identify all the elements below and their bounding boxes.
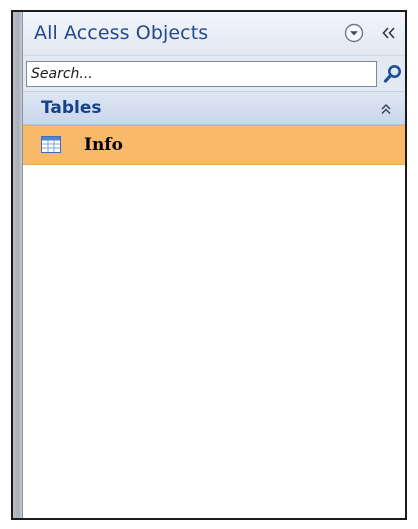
group-header-tables[interactable]: Tables bbox=[23, 92, 405, 125]
table-item-label: Info bbox=[84, 135, 123, 155]
table-item-info[interactable]: Info bbox=[23, 125, 405, 165]
search-input[interactable] bbox=[26, 61, 377, 87]
double-chevron-left-icon bbox=[382, 27, 395, 39]
pane-title[interactable]: All Access Objects bbox=[34, 22, 208, 44]
table-icon bbox=[41, 136, 61, 153]
pane-header[interactable]: All Access Objects bbox=[23, 12, 405, 56]
search-icon bbox=[383, 65, 401, 83]
shutter-bar-collapse-button[interactable] bbox=[378, 22, 400, 44]
group-title: Tables bbox=[41, 98, 102, 118]
pane-menu-dropdown-button[interactable] bbox=[343, 22, 365, 44]
chevron-down-circle-icon bbox=[344, 23, 364, 43]
group-collapse-toggle[interactable] bbox=[376, 99, 396, 119]
object-list-empty-area bbox=[23, 165, 405, 518]
pane-left-border bbox=[13, 12, 23, 518]
double-chevron-up-icon bbox=[381, 103, 391, 115]
search-bar bbox=[23, 56, 405, 92]
search-button[interactable] bbox=[381, 62, 405, 86]
navigation-pane: All Access Objects Search... Tables Info bbox=[11, 10, 407, 520]
navigation-pane-content: All Access Objects Search... Tables Info bbox=[23, 12, 405, 518]
